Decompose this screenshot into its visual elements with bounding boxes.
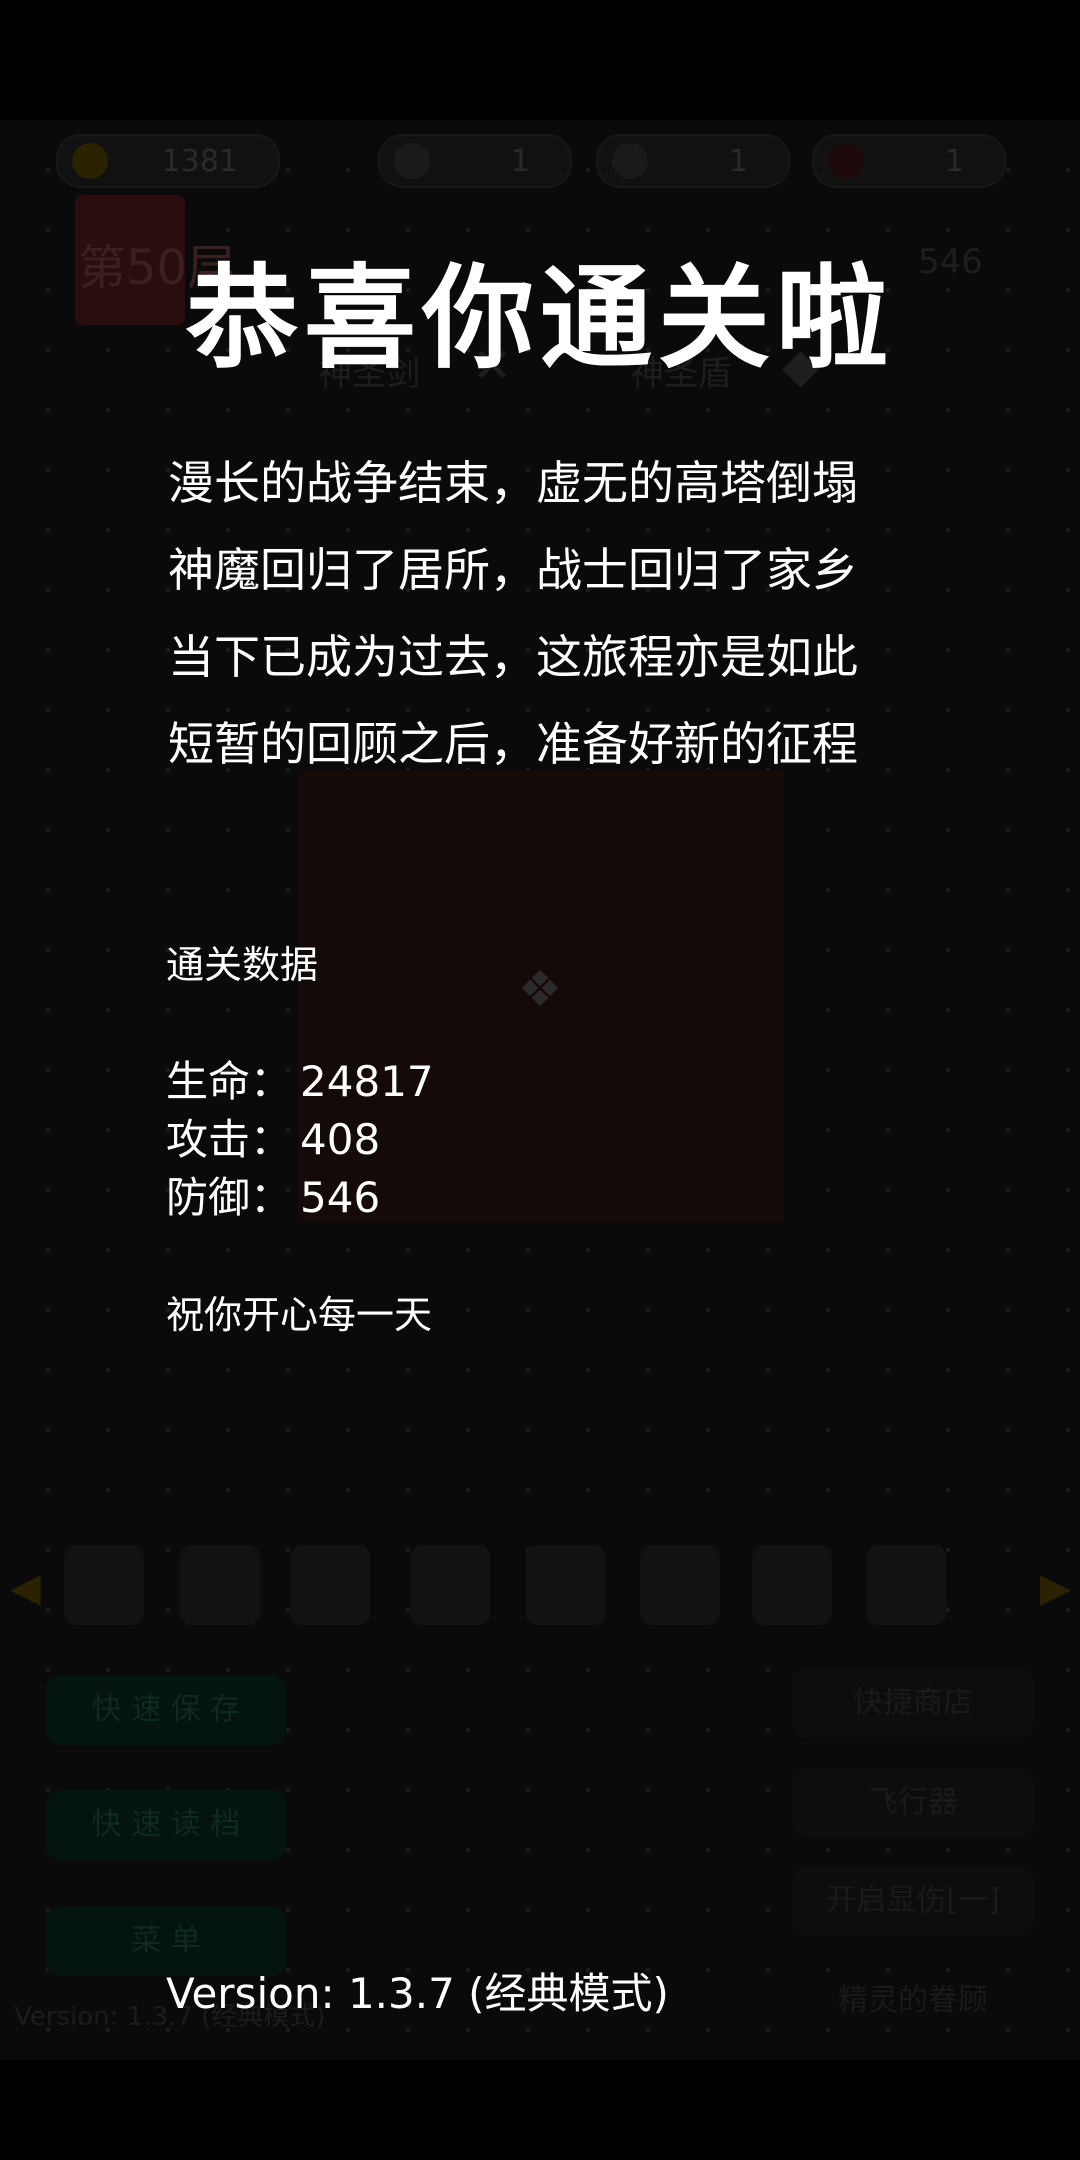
stat-attack: 攻击： 408 <box>166 1115 381 1164</box>
closing-wish: 祝你开心每一天 <box>166 1293 433 1337</box>
stat-hp: 生命： 24817 <box>166 1057 434 1106</box>
story-line: 神魔回归了居所，战士回归了家乡 <box>168 543 858 597</box>
ending-overlay[interactable]: 恭喜你通关啦 漫长的战争结束，虚无的高塔倒塌 神魔回归了居所，战士回归了家乡 当… <box>0 0 1080 2160</box>
story-line: 短暂的回顾之后，准备好新的征程 <box>168 717 858 771</box>
ending-title: 恭喜你通关啦 <box>186 254 894 384</box>
version-label: Version: 1.3.7 (经典模式) <box>166 1969 669 2018</box>
ending-story: 漫长的战争结束，虚无的高塔倒塌 神魔回归了居所，战士回归了家乡 当下已成为过去，… <box>168 440 928 788</box>
stat-defense-value: 546 <box>300 1173 381 1222</box>
story-line: 当下已成为过去，这旅程亦是如此 <box>168 630 858 684</box>
clear-stats-heading: 通关数据 <box>166 943 319 987</box>
stat-hp-value: 24817 <box>300 1057 434 1106</box>
stat-hp-label: 生命 <box>166 1057 251 1106</box>
story-line: 漫长的战争结束，虚无的高塔倒塌 <box>168 456 858 510</box>
stat-attack-value: 408 <box>300 1115 381 1164</box>
stat-defense-label: 防御 <box>166 1173 251 1222</box>
stat-attack-label: 攻击 <box>166 1115 251 1164</box>
stat-defense: 防御： 546 <box>166 1173 381 1222</box>
